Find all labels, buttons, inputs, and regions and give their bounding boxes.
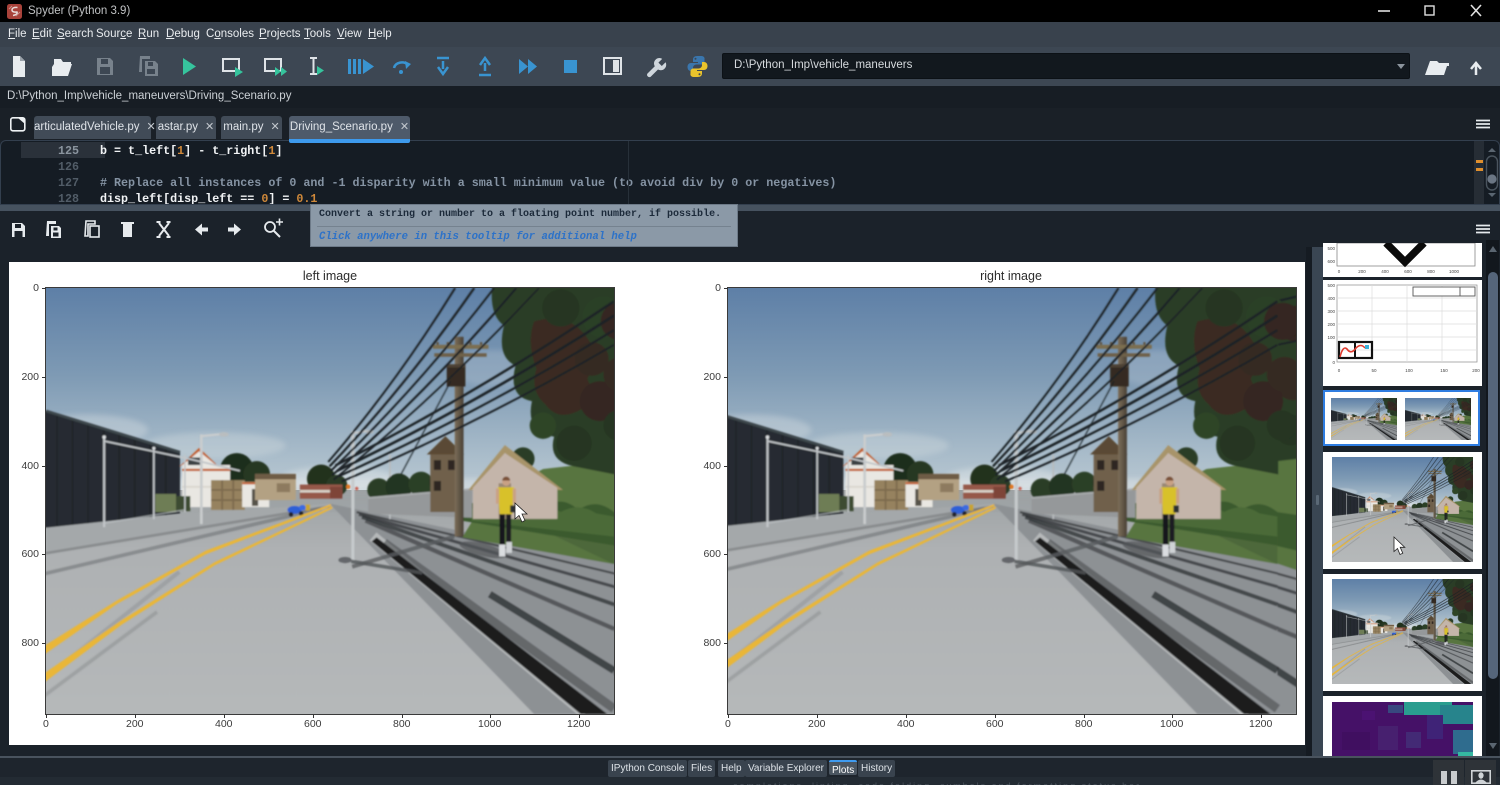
svg-text:150: 150 bbox=[1440, 368, 1448, 373]
svg-text:200: 200 bbox=[1327, 322, 1335, 327]
svg-text:200: 200 bbox=[1472, 368, 1480, 373]
svg-text:400: 400 bbox=[1327, 296, 1335, 301]
svg-text:100: 100 bbox=[1327, 335, 1335, 340]
svg-text:600: 600 bbox=[1404, 269, 1412, 274]
svg-text:1000: 1000 bbox=[1449, 269, 1460, 274]
svg-text:800: 800 bbox=[1427, 269, 1435, 274]
svg-text:100: 100 bbox=[1405, 368, 1413, 373]
svg-text:200: 200 bbox=[1358, 269, 1366, 274]
svg-text:50: 50 bbox=[1371, 368, 1377, 373]
svg-text:600: 600 bbox=[1327, 259, 1335, 264]
svg-text:300: 300 bbox=[1327, 309, 1335, 314]
svg-text:500: 500 bbox=[1327, 246, 1335, 251]
svg-text:0: 0 bbox=[1338, 368, 1341, 373]
svg-text:0: 0 bbox=[1338, 269, 1341, 274]
svg-text:500: 500 bbox=[1327, 283, 1335, 288]
svg-text:400: 400 bbox=[1381, 269, 1389, 274]
svg-text:0: 0 bbox=[1332, 360, 1335, 365]
